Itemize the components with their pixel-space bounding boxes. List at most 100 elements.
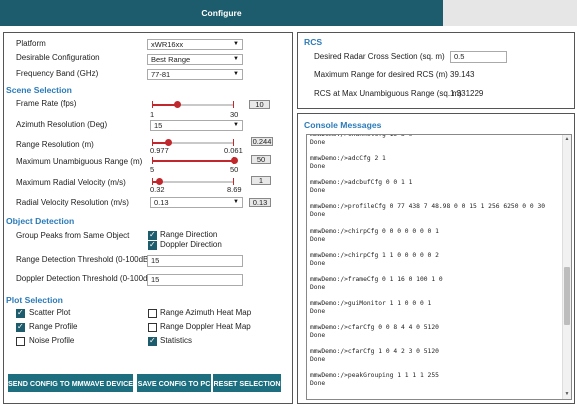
console-line: Done <box>310 163 326 171</box>
range-direction-label: Range Direction <box>160 230 218 239</box>
statistics-checkbox[interactable] <box>148 336 157 346</box>
max-range-value: 50 <box>251 155 271 164</box>
slider-handle[interactable] <box>155 178 163 185</box>
range-threshold-input[interactable]: 15 <box>147 255 243 267</box>
max-range-label: Maximum Unambiguous Range (m) <box>16 157 143 166</box>
console-scrollbar[interactable]: ▲ ▼ <box>562 135 571 399</box>
frame-rate-value: 10 <box>249 100 270 109</box>
range-azimuth-heatmap-label: Range Azimuth Heat Map <box>160 308 252 317</box>
doppler-threshold-input[interactable]: 15 <box>147 274 243 286</box>
range-doppler-heatmap-checkbox[interactable] <box>148 323 157 332</box>
velocity-resolution-value: 0.13 <box>154 198 169 207</box>
rcs-heading: RCS <box>304 37 323 47</box>
caret-down-icon: ▼ <box>233 122 239 128</box>
max-velocity-value: 1 <box>251 176 271 185</box>
desirable-config-select[interactable]: Best Range ▼ <box>147 54 243 65</box>
console-line: mmwDemo:/>cfarCfg 1 0 4 2 3 0 5120 <box>310 348 439 356</box>
console-line: mmwDemo:/>chirpCfg 0 0 0 0 0 0 0 1 <box>310 227 439 235</box>
console-text: mmwDemo:/>channelCfg 15 3 0 Done mmwDemo:… <box>310 135 560 389</box>
console-line: Done <box>310 235 326 243</box>
max-range-min: 5 <box>150 165 155 174</box>
velocity-resolution-label: Radial Velocity Resolution (m/s) <box>16 198 129 207</box>
platform-select[interactable]: xWR16xx ▼ <box>147 39 243 50</box>
rcs-max-range-label: RCS at Max Unambiguous Range (sq. m) <box>314 89 462 98</box>
max-range-max: 50 <box>230 165 239 174</box>
slider-tick <box>233 139 234 146</box>
slider-tick <box>233 178 234 185</box>
range-resolution-min: 0.977 <box>150 146 169 155</box>
range-azimuth-heatmap-checkbox[interactable] <box>148 309 157 318</box>
frame-rate-label: Frame Rate (fps) <box>16 99 77 108</box>
desired-rcs-label: Desired Radar Cross Section (sq. m) <box>314 52 445 61</box>
scroll-thumb[interactable] <box>564 267 570 325</box>
console-line: Done <box>310 380 326 388</box>
slider-tick <box>233 101 234 108</box>
range-threshold-label: Range Detection Threshold (0-100dB) <box>16 255 152 264</box>
console-line: Done <box>310 308 326 316</box>
slider-handle[interactable] <box>231 157 238 164</box>
doppler-direction-checkbox[interactable] <box>148 240 157 250</box>
slider-handle[interactable] <box>164 139 172 146</box>
frequency-band-label: Frequency Band (GHz) <box>16 69 99 78</box>
slider-fill <box>152 160 234 162</box>
console-output[interactable]: mmwDemo:/>channelCfg 15 3 0 Done mmwDemo:… <box>306 134 572 400</box>
max-range-slider[interactable] <box>152 157 238 164</box>
rcs-panel: RCS Desired Radar Cross Section (sq. m) … <box>297 32 575 109</box>
caret-down-icon: ▼ <box>233 41 239 47</box>
noise-profile-checkbox[interactable] <box>16 337 25 346</box>
doppler-direction-label: Doppler Direction <box>160 240 222 249</box>
max-velocity-min: 0.32 <box>150 185 165 194</box>
tab-configure-label: Configure <box>201 8 242 18</box>
range-resolution-slider[interactable] <box>152 139 234 146</box>
frame-rate-slider[interactable] <box>152 101 234 108</box>
doppler-threshold-label: Doppler Detection Threshold (0-100dB) <box>16 274 156 283</box>
send-config-button[interactable]: SEND CONFIG TO MMWAVE DEVICE <box>8 374 133 392</box>
range-direction-checkbox[interactable] <box>148 230 157 240</box>
console-line: Done <box>310 259 326 267</box>
console-line: Done <box>310 139 326 147</box>
max-velocity-label: Maximum Radial Velocity (m/s) <box>16 178 126 187</box>
console-line: Done <box>310 283 326 291</box>
console-line: Done <box>310 211 326 219</box>
desired-rcs-input[interactable]: 0.5 <box>450 51 507 63</box>
scroll-up-icon[interactable]: ▲ <box>563 135 571 144</box>
console-line: mmwDemo:/>peakGrouping 1 1 1 1 255 <box>310 372 439 380</box>
tab-configure[interactable]: Configure <box>0 0 443 26</box>
scatter-plot-checkbox[interactable] <box>16 308 25 318</box>
azimuth-resolution-label: Azimuth Resolution (Deg) <box>16 120 108 129</box>
frequency-band-value: 77-81 <box>151 70 171 79</box>
plot-selection-heading: Plot Selection <box>6 295 63 305</box>
azimuth-resolution-select[interactable]: 15 ▼ <box>150 120 243 131</box>
console-line: mmwDemo:/>chirpCfg 1 1 0 0 0 0 0 2 <box>310 251 439 259</box>
object-detection-heading: Object Detection <box>6 216 75 226</box>
range-doppler-heatmap-label: Range Doppler Heat Map <box>160 322 251 331</box>
platform-label: Platform <box>16 39 46 48</box>
console-panel: Console Messages mmwDemo:/>channelCfg 15… <box>297 113 575 404</box>
console-line: mmwDemo:/>adcbufCfg 0 0 1 1 <box>310 179 413 187</box>
frequency-band-select[interactable]: 77-81 ▼ <box>147 69 243 80</box>
reset-selection-button[interactable]: RESET SELECTION <box>213 374 281 392</box>
frame-rate-min: 1 <box>150 110 155 119</box>
noise-profile-label: Noise Profile <box>29 336 75 345</box>
max-range-rcs-label: Maximum Range for desired RCS (m) <box>314 70 448 79</box>
max-velocity-slider[interactable] <box>152 178 234 185</box>
scroll-down-icon[interactable]: ▼ <box>563 390 571 399</box>
console-line: Done <box>310 187 326 195</box>
save-config-button[interactable]: SAVE CONFIG TO PC <box>137 374 211 392</box>
scene-selection-heading: Scene Selection <box>6 85 72 95</box>
max-velocity-max: 8.69 <box>227 185 242 194</box>
slider-handle[interactable] <box>174 101 182 108</box>
velocity-resolution-select[interactable]: 0.13 ▼ <box>150 197 243 208</box>
tab-other[interactable] <box>443 0 577 26</box>
range-profile-checkbox[interactable] <box>16 322 25 332</box>
frame-rate-max: 30 <box>230 110 239 119</box>
range-resolution-max: 0.061 <box>224 146 243 155</box>
